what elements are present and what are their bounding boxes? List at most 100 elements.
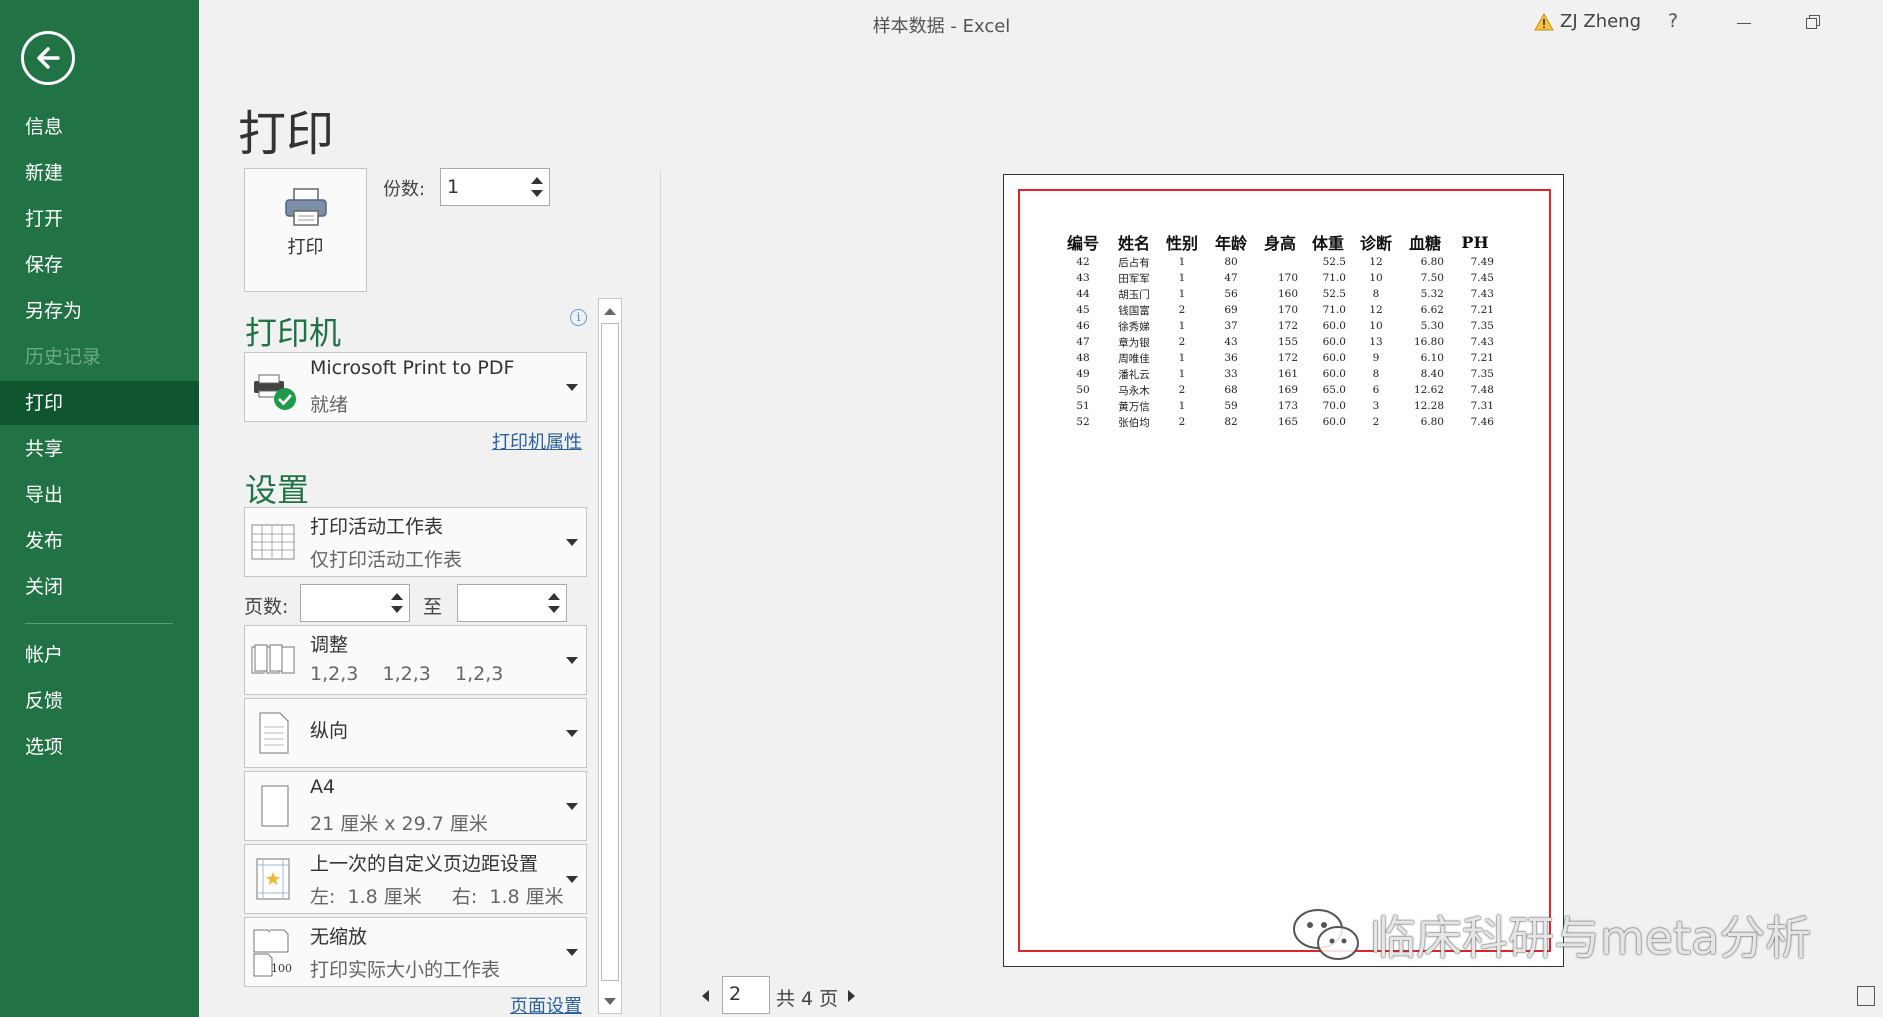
sheet-cell: 47 [1224,272,1238,284]
sheet-cell: 51 [1076,400,1090,412]
sheet-cell: 52.5 [1322,288,1346,300]
sheet-header-cell: PH [1461,232,1489,252]
nav-print[interactable]: 打印 [0,381,199,425]
scaling-icon-number: 100 [271,962,292,975]
collate-label: 调整 [310,634,349,656]
sheet-header-cell: 性别 [1165,234,1198,253]
nav-close[interactable]: 关闭 [0,565,199,609]
panel-divider [660,170,661,1017]
sheet-cell: 马永木 [1118,384,1150,397]
sheet-cell: 2 [1372,416,1380,428]
copies-label: 份数: [383,179,426,200]
sheet-cell: 7.35 [1470,368,1494,380]
collate-select[interactable]: 调整 1,2,3 1,2,3 1,2,3 [244,625,587,695]
nav-account[interactable]: 帐户 [0,633,199,677]
sheet-cell: 82 [1224,416,1238,428]
spin-up-icon[interactable] [391,593,403,600]
margins-select[interactable]: 上一次的自定义页边距设置 左: 1.8 厘米 右: 1.8 厘米 [244,844,587,914]
sheet-cell: 60.0 [1322,336,1346,348]
orientation-select[interactable]: 纵向 [244,698,587,768]
sheet-cell: 6.80 [1420,256,1444,268]
current-page-input[interactable]: 2 [722,976,770,1014]
sheet-cell: 7.43 [1470,336,1494,348]
sheet-cell: 49 [1076,368,1090,380]
sheet-header-cell: 血糖 [1408,234,1441,253]
printer-select[interactable]: Microsoft Print to PDF 就绪 [244,352,587,422]
spin-down-icon[interactable] [531,190,543,197]
sheet-cell: 1 [1178,320,1186,332]
scroll-thumb[interactable] [601,323,619,981]
nav-info[interactable]: 信息 [0,105,199,149]
sheet-cell: 173 [1277,400,1298,412]
sheet-cell: 8 [1372,368,1380,380]
collate-pages-icon [251,644,295,674]
nav-new[interactable]: 新建 [0,151,199,195]
print-preview-page: 编号 姓名 性别 年龄 身高 体重 诊断 血糖 PH 42 后占有 1 80 52.5 12 6.80 7.4… [1003,174,1564,967]
sheet-row: 43 田军军 1 47 170 71.0 10 7.50 7.45 [1056,270,1500,286]
previous-page-icon[interactable] [702,990,709,1002]
sheet-cell: 1 [1178,272,1186,284]
sheet-cell: 田军军 [1118,272,1150,285]
user-account[interactable]: ZJ Zheng [1534,11,1641,32]
sheet-cell: 70.0 [1322,400,1346,412]
nav-export[interactable]: 导出 [0,473,199,517]
page-setup-link[interactable]: 页面设置 [510,992,582,1017]
settings-scrollbar[interactable] [598,298,622,1014]
help-button[interactable]: ? [1668,10,1678,32]
spin-up-icon[interactable] [548,593,560,600]
sheet-row: 47 章为银 2 43 155 60.0 13 16.80 7.43 [1056,334,1500,350]
paper-size-desc: 21 厘米 x 29.7 厘米 [310,813,488,835]
sheet-cell: 2 [1178,336,1186,348]
print-what-select[interactable]: 打印活动工作表 仅打印活动工作表 [244,507,587,577]
zoom-to-page-icon[interactable] [1857,986,1875,1006]
nav-feedback[interactable]: 反馈 [0,679,199,723]
sheet-cell: 60.0 [1322,416,1346,428]
nav-divider [25,623,173,624]
copies-stepper[interactable]: 1 [440,168,550,206]
minimize-icon[interactable] [1737,23,1751,24]
spin-up-icon[interactable] [531,177,543,184]
nav-publish[interactable]: 发布 [0,519,199,563]
sheet-cell: 42 [1076,256,1090,268]
nav-open[interactable]: 打开 [0,197,199,241]
spin-down-icon[interactable] [391,606,403,613]
page-total: 共 4 页 [776,988,839,1010]
spin-down-icon[interactable] [548,606,560,613]
scaling-desc: 打印实际大小的工作表 [310,959,501,981]
chevron-down-icon [566,949,578,956]
chevron-down-icon [566,384,578,391]
pages-from-input[interactable] [300,584,410,622]
sheet-cell: 16.80 [1413,336,1444,348]
nav-options[interactable]: 选项 [0,725,199,769]
margins-icon [256,858,290,900]
scroll-up-icon[interactable] [604,308,616,315]
restore-icon[interactable] [1806,15,1820,29]
paper-size-select[interactable]: A4 21 厘米 x 29.7 厘米 [244,771,587,841]
pages-to-input[interactable] [457,584,567,622]
print-button-label: 打印 [287,237,324,258]
info-icon[interactable]: i [570,309,587,326]
sheet-cell: 胡玉门 [1118,288,1150,301]
sheet-row: 44 胡玉门 1 56 160 52.5 8 5.32 7.43 [1056,286,1500,302]
sheet-header-cell: 诊断 [1359,234,1392,253]
sheet-cell: 徐秀娣 [1118,320,1150,333]
sheet-cell: 潘礼云 [1118,368,1150,381]
nav-save[interactable]: 保存 [0,243,199,287]
sheet-cell: 13 [1369,336,1383,348]
nav-save-as[interactable]: 另存为 [0,289,199,333]
sheet-cell: 7.31 [1470,400,1494,412]
sheet-cell: 6.10 [1420,352,1444,364]
scroll-down-icon[interactable] [604,998,616,1005]
nav-share[interactable]: 共享 [0,427,199,471]
sheet-row: 48 周唯佳 1 36 172 60.0 9 6.10 7.21 [1056,350,1500,366]
sheet-cell: 80 [1224,256,1238,268]
print-what-desc: 仅打印活动工作表 [310,549,463,571]
print-button[interactable]: 打印 [244,168,367,292]
back-arrow-icon[interactable] [21,31,75,85]
sheet-header-row: 编号 姓名 性别 年龄 身高 体重 诊断 血糖 PH [1056,230,1500,254]
printer-properties-link[interactable]: 打印机属性 [492,428,582,454]
sheet-cell: 7.43 [1470,288,1494,300]
sheet-cell: 12 [1369,256,1383,268]
scaling-select[interactable]: 100 无缩放 打印实际大小的工作表 [244,917,587,987]
next-page-icon[interactable] [848,990,855,1002]
